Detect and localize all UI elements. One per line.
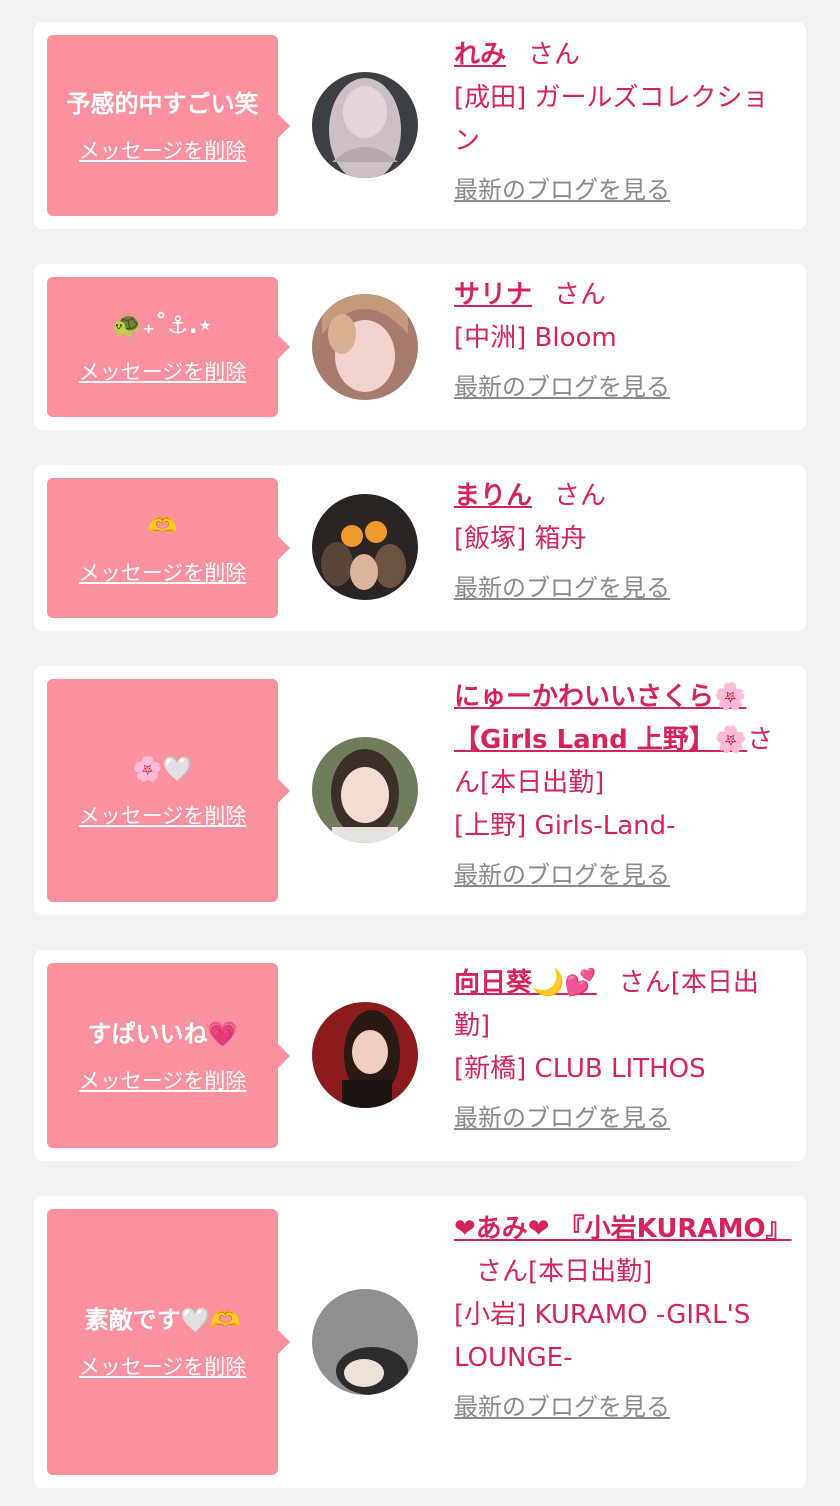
delete-message-link[interactable]: メッセージを削除 bbox=[79, 356, 247, 386]
delete-message-link[interactable]: メッセージを削除 bbox=[79, 135, 247, 165]
shop-name: [新橋] CLUB LITHOS bbox=[454, 1054, 706, 1084]
cast-info: にゅーかわいいさくら🌸【Girls Land 上野】🌸さん[本日出勤] [上野]… bbox=[454, 676, 794, 897]
favorite-card: すぱいいね💗 メッセージを削除 向日葵🌙💕 さん[本日出勤] [新橋] CLUB … bbox=[34, 950, 806, 1161]
honorific: さん bbox=[554, 481, 607, 511]
shop-name: [中洲] Bloom bbox=[454, 323, 617, 353]
cast-info: れみ さん [成田] ガールズコレクション 最新のブログを見る bbox=[454, 34, 794, 212]
message-text: 予感的中すごい笑 bbox=[66, 89, 259, 118]
shop-name: [飯塚] 箱舟 bbox=[454, 524, 587, 554]
cast-name-link[interactable]: にゅーかわいいさくら🌸【Girls Land 上野】🌸 bbox=[454, 682, 747, 755]
favorite-card: 予感的中すごい笑 メッセージを削除 れみ さん [成田] ガールズコレクション 最… bbox=[34, 22, 806, 229]
cast-name-link[interactable]: れみ bbox=[454, 40, 506, 70]
avatar[interactable] bbox=[312, 72, 418, 178]
avatar[interactable] bbox=[312, 737, 418, 843]
message-bubble: すぱいいね💗 メッセージを削除 bbox=[47, 963, 290, 1148]
cast-info: ❤あみ❤ 『小岩KURAMO』さん[本日出勤] [小岩] KURAMO -GIR… bbox=[454, 1208, 794, 1429]
cast-info: サリナ さん [中洲] Bloom 最新のブログを見る bbox=[454, 274, 794, 409]
message-bubble: 素敵です🤍🫶 メッセージを削除 bbox=[47, 1209, 290, 1475]
message-bubble: 予感的中すごい笑 メッセージを削除 bbox=[47, 35, 290, 216]
latest-blog-link[interactable]: 最新のブログを見る bbox=[454, 366, 794, 409]
latest-blog-link[interactable]: 最新のブログを見る bbox=[454, 1097, 794, 1140]
favorite-card: 🐢₊˚⚓︎.⋆ メッセージを削除 サリナ さん [中洲] Bloom 最新のブログ… bbox=[34, 264, 806, 430]
cast-name-link[interactable]: サリナ bbox=[454, 280, 532, 310]
avatar[interactable] bbox=[312, 1289, 418, 1395]
message-text: 🫶 bbox=[147, 512, 178, 540]
honorific: さん[本日出勤] bbox=[476, 1257, 653, 1287]
honorific: さん bbox=[554, 280, 607, 310]
latest-blog-link[interactable]: 最新のブログを見る bbox=[454, 854, 794, 897]
cast-info: まりん さん [飯塚] 箱舟 最新のブログを見る bbox=[454, 475, 794, 610]
message-text: 🌸🤍 bbox=[132, 754, 193, 783]
avatar[interactable] bbox=[312, 494, 418, 600]
avatar[interactable] bbox=[312, 294, 418, 400]
shop-name: [成田] ガールズコレクション bbox=[454, 83, 769, 156]
cast-info: 向日葵🌙💕 さん[本日出勤] [新橋] CLUB LITHOS 最新のブログを見る bbox=[454, 962, 794, 1140]
shop-name: [小岩] KURAMO -GIRL'S LOUNGE- bbox=[454, 1300, 751, 1373]
message-text: 素敵です🤍🫶 bbox=[84, 1306, 241, 1334]
message-text: すぱいいね💗 bbox=[87, 1019, 238, 1048]
favorite-card: 🫶 メッセージを削除 まりん さん [飯塚] 箱舟 最新のブログを見る bbox=[34, 465, 806, 631]
delete-message-link[interactable]: メッセージを削除 bbox=[79, 800, 247, 830]
delete-message-link[interactable]: メッセージを削除 bbox=[79, 1065, 247, 1095]
message-text: 🐢₊˚⚓︎.⋆ bbox=[112, 311, 213, 339]
cast-name-link[interactable]: 向日葵🌙💕 bbox=[454, 968, 597, 998]
latest-blog-link[interactable]: 最新のブログを見る bbox=[454, 169, 794, 212]
cast-name-link[interactable]: まりん bbox=[454, 481, 532, 511]
message-bubble: 🫶 メッセージを削除 bbox=[47, 478, 290, 618]
favorite-card: 素敵です🤍🫶 メッセージを削除 ❤あみ❤ 『小岩KURAMO』さん[本日出勤] … bbox=[34, 1196, 806, 1488]
shop-name: [上野] Girls-Land- bbox=[454, 811, 676, 841]
cast-name-link[interactable]: ❤あみ❤ 『小岩KURAMO』 bbox=[454, 1214, 792, 1244]
delete-message-link[interactable]: メッセージを削除 bbox=[79, 1351, 247, 1381]
message-bubble: 🌸🤍 メッセージを削除 bbox=[47, 679, 290, 902]
latest-blog-link[interactable]: 最新のブログを見る bbox=[454, 1386, 794, 1429]
honorific: さん bbox=[528, 40, 581, 70]
favorite-card: 🌸🤍 メッセージを削除 にゅーかわいいさくら🌸【Girls Land 上野】🌸さ… bbox=[34, 666, 806, 915]
message-bubble: 🐢₊˚⚓︎.⋆ メッセージを削除 bbox=[47, 277, 290, 417]
avatar[interactable] bbox=[312, 1002, 418, 1108]
latest-blog-link[interactable]: 最新のブログを見る bbox=[454, 567, 794, 610]
delete-message-link[interactable]: メッセージを削除 bbox=[79, 557, 247, 587]
